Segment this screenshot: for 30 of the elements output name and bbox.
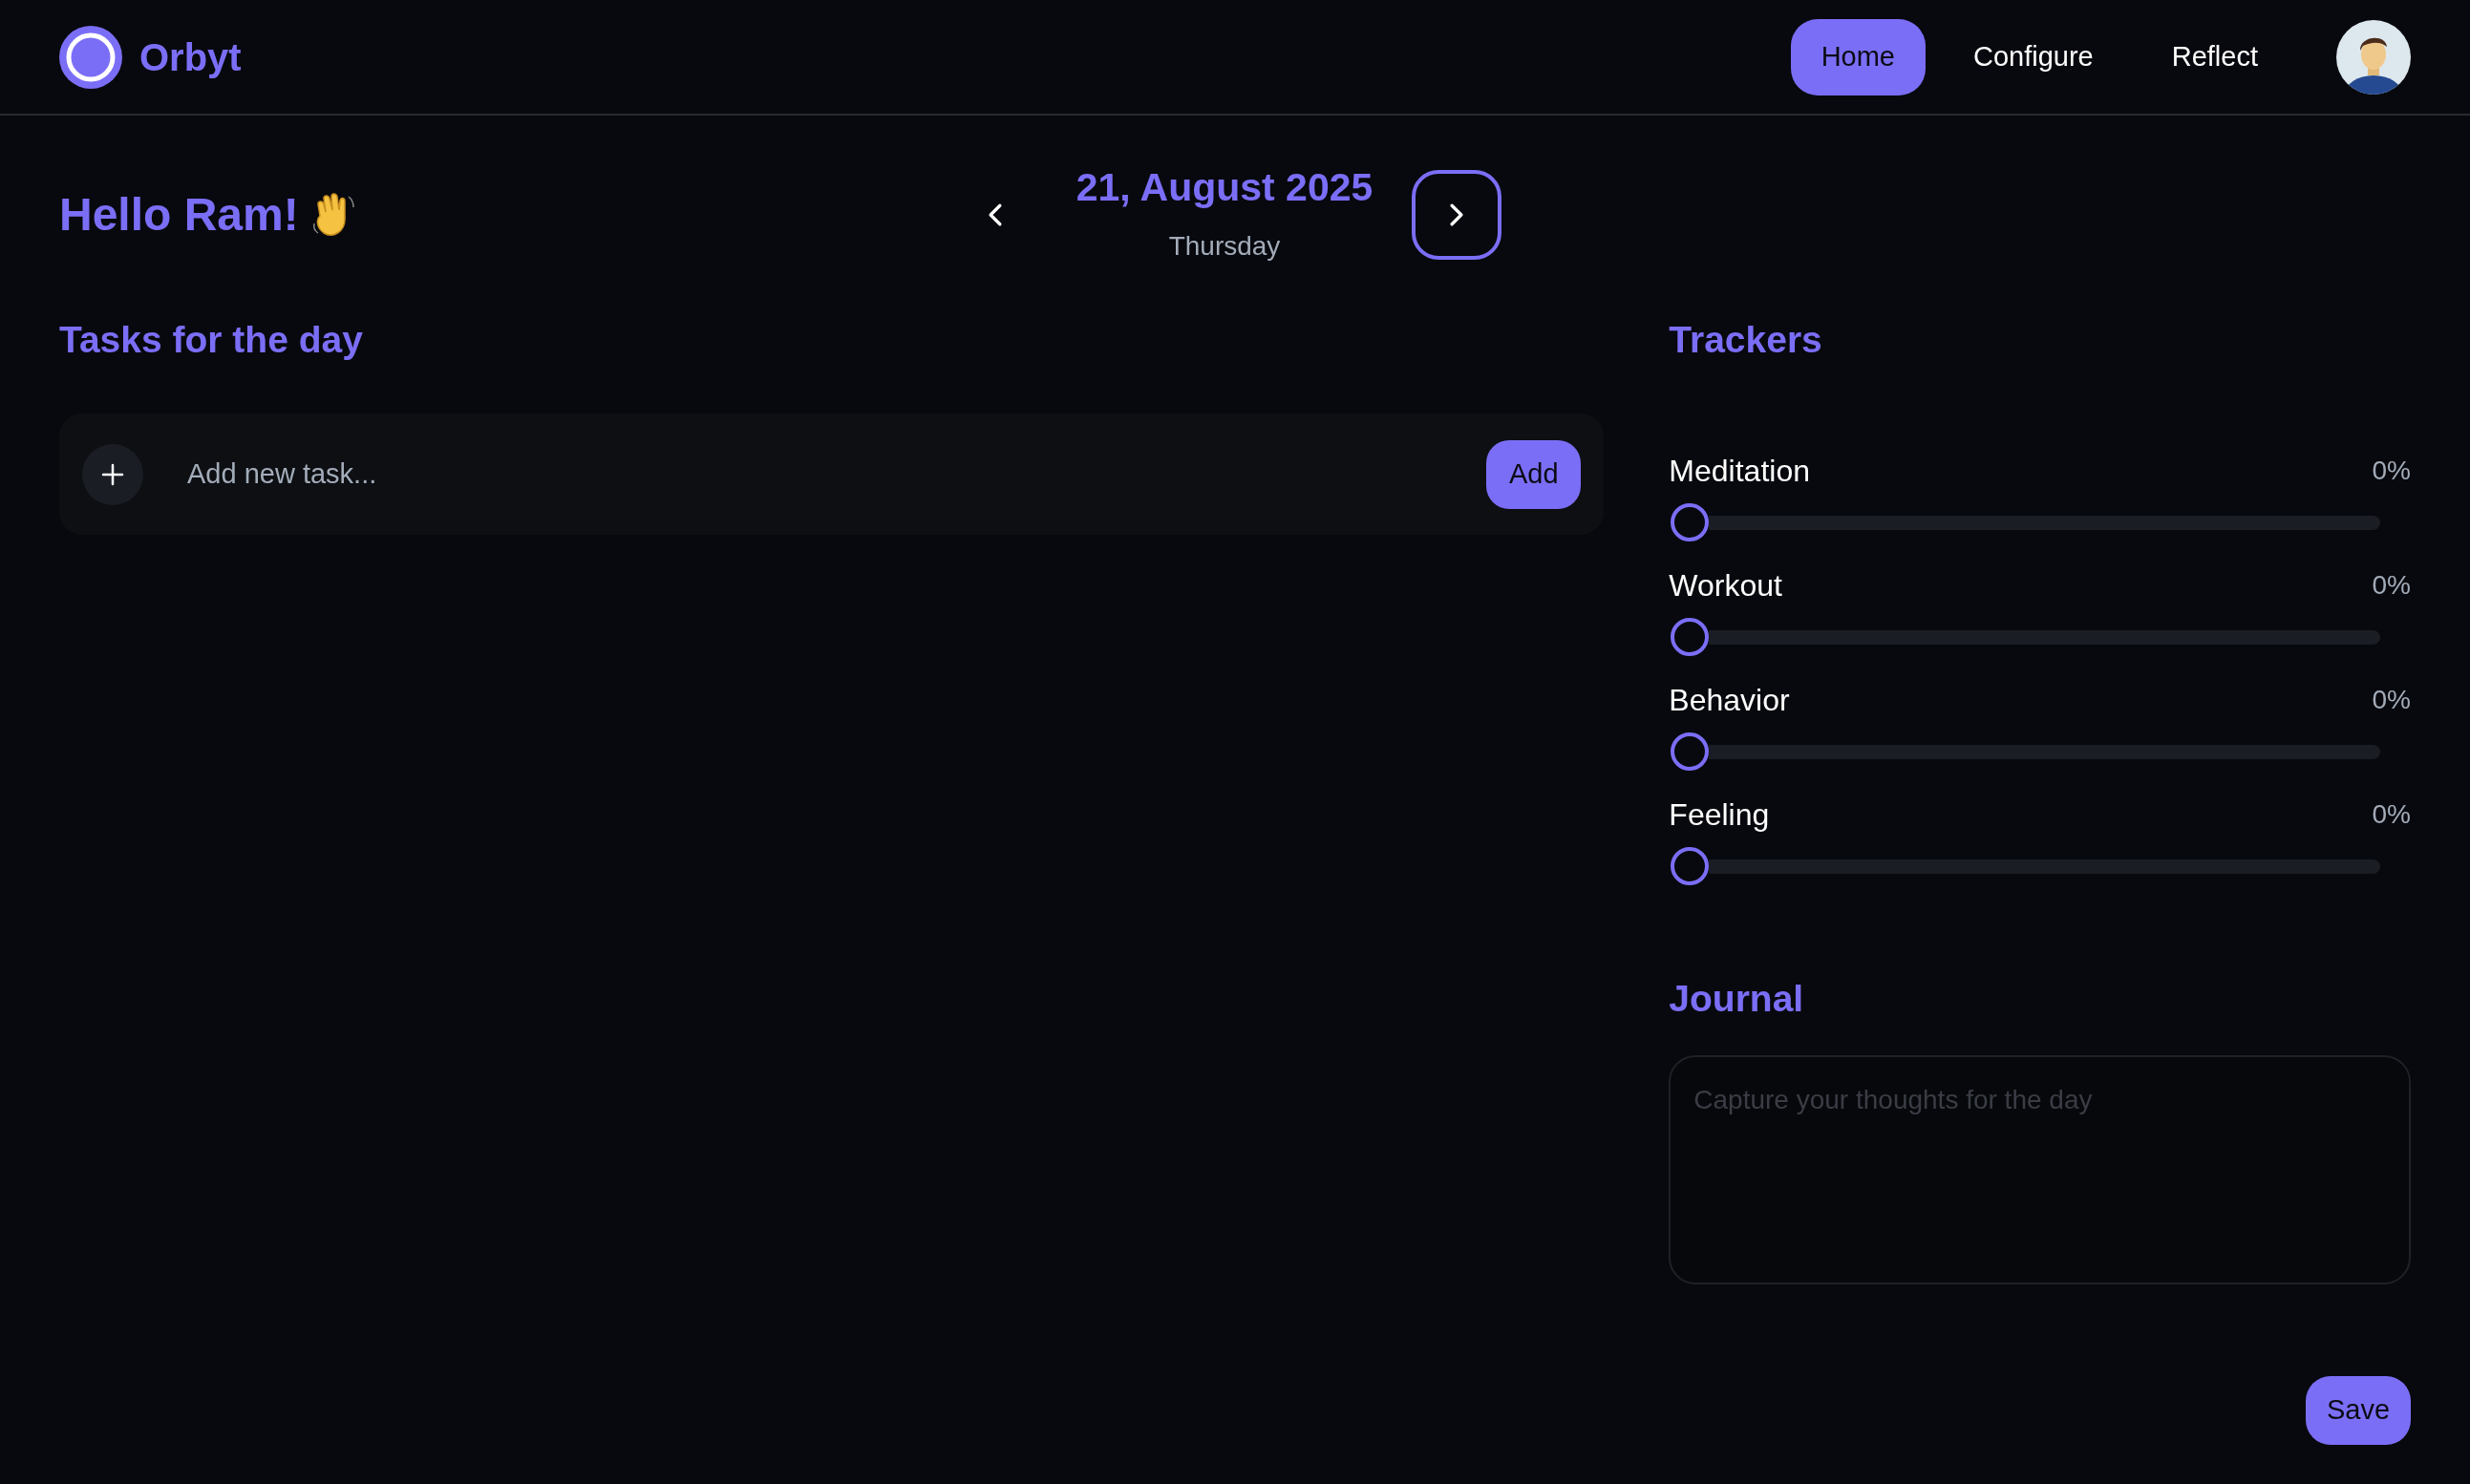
tracker-label: Workout <box>1669 567 1782 604</box>
slider-thumb[interactable] <box>1671 618 1710 656</box>
section-heading: Trackers <box>1669 318 1823 362</box>
next-day-button[interactable] <box>1412 170 1501 260</box>
tracker-label: Meditation <box>1669 453 1810 490</box>
slider-thumb[interactable] <box>1671 503 1710 541</box>
nav-tab[interactable]: Configure <box>1943 18 2124 95</box>
section-heading: Tasks for the day <box>59 318 364 362</box>
tracker-label: Behavior <box>1669 682 1790 719</box>
plus-icon <box>101 462 124 486</box>
section-heading: Journal <box>1669 977 1805 1021</box>
slider-thumb[interactable] <box>1671 847 1710 885</box>
weekday-label: Thursday <box>1168 229 1281 263</box>
tracker-percentage: 0% <box>2372 684 2411 716</box>
nav-tab[interactable]: Home <box>1790 18 1926 95</box>
slider-thumb[interactable] <box>1671 732 1710 771</box>
journal-textarea[interactable]: Capture your thoughts for the day <box>1669 1055 2411 1284</box>
nav-tab[interactable]: Reflect <box>2140 18 2289 95</box>
date-title: 21, August 2025 <box>1075 164 1373 212</box>
tracker-percentage: 0% <box>2372 455 2411 487</box>
add-button[interactable]: Add <box>1486 439 1582 509</box>
task-input-bar[interactable]: Add new task... Add <box>59 413 1605 535</box>
tracker-percentage: 0% <box>2372 798 2411 831</box>
task-input-field[interactable]: Add new task... <box>187 453 1487 496</box>
greeting-heading: Hello Ram! <box>59 188 299 242</box>
tracker-percentage: 0% <box>2372 569 2411 602</box>
tracker-label: Feeling <box>1669 796 1770 834</box>
logo-icon <box>59 25 122 89</box>
save-button[interactable]: Save <box>2306 1376 2411 1445</box>
brand-name: Orbyt <box>139 34 242 80</box>
